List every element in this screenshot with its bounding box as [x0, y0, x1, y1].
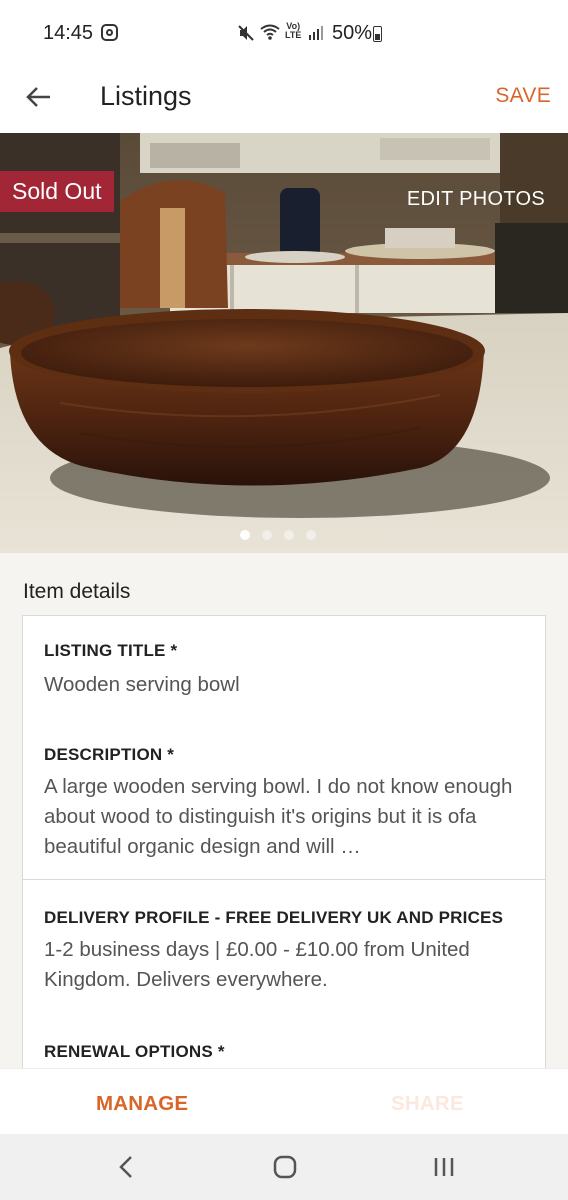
field-value: 1-2 business days | £0.00 - £10.00 from …: [44, 938, 470, 991]
app-bar: Listings SAVE: [0, 66, 568, 133]
status-bar: 14:45 Vo) LTE 50%: [0, 0, 568, 66]
nav-recents-icon[interactable]: [432, 1154, 456, 1180]
mute-icon: [238, 25, 254, 41]
action-bar: MANAGE SHARE: [0, 1068, 568, 1134]
nav-back-icon[interactable]: [116, 1154, 136, 1180]
sold-out-badge: Sold Out: [0, 171, 114, 212]
save-button[interactable]: SAVE: [495, 84, 551, 108]
field-label: LISTING TITLE *: [44, 641, 178, 660]
description-field[interactable]: DESCRIPTION * A large wooden serving bow…: [22, 717, 546, 880]
instagram-icon: [101, 24, 118, 41]
battery-percent: 50%: [332, 22, 373, 44]
field-value: A large wooden serving bowl. I do not kn…: [44, 775, 513, 858]
nav-home-icon[interactable]: [272, 1154, 298, 1180]
status-time: 14:45: [43, 22, 94, 44]
field-label: DELIVERY PROFILE - FREE DELIVERY UK AND …: [44, 908, 504, 927]
volte-icon: Vo) LTE: [285, 21, 302, 40]
edit-photos-button[interactable]: EDIT PHOTOS: [407, 188, 545, 211]
field-label: RENEWAL OPTIONS *: [44, 1042, 225, 1061]
system-nav-bar: [0, 1134, 568, 1200]
section-heading: Item details: [23, 580, 131, 603]
page-title: Listings: [100, 81, 192, 111]
photo-pager[interactable]: [240, 530, 316, 540]
back-arrow-icon[interactable]: [24, 82, 54, 112]
battery-icon: [373, 26, 382, 42]
pager-dot[interactable]: [240, 530, 250, 540]
delivery-profile-field[interactable]: DELIVERY PROFILE - FREE DELIVERY UK AND …: [22, 880, 546, 1015]
field-value: Wooden serving bowl: [44, 673, 240, 696]
signal-icon: [309, 26, 323, 40]
field-label: DESCRIPTION *: [44, 745, 175, 764]
share-button[interactable]: SHARE: [391, 1092, 464, 1116]
wifi-icon: [260, 24, 280, 40]
pager-dot[interactable]: [262, 530, 272, 540]
listing-title-field[interactable]: LISTING TITLE * Wooden serving bowl: [22, 615, 546, 718]
pager-dot[interactable]: [306, 530, 316, 540]
manage-button[interactable]: MANAGE: [96, 1092, 188, 1116]
renewal-options-field[interactable]: RENEWAL OPTIONS *: [22, 1014, 546, 1074]
pager-dot[interactable]: [284, 530, 294, 540]
